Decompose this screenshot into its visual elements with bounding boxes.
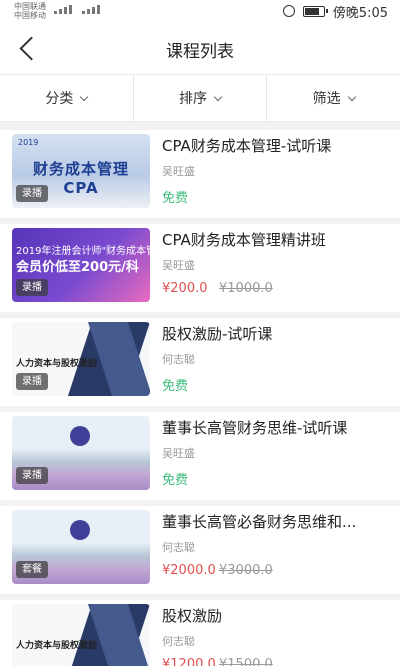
course-teacher: 吴旺盛 xyxy=(162,259,195,272)
page-title: 课程列表 xyxy=(166,42,234,62)
filter-sort[interactable]: 排序 xyxy=(134,75,268,121)
thumbnail-caption: 2019 xyxy=(18,138,39,147)
course-teacher: 何志聪 xyxy=(162,635,195,648)
course-badge: 录播 xyxy=(16,373,48,390)
course-badge: 套餐 xyxy=(16,561,48,578)
course-price: ¥200.0 xyxy=(162,281,208,296)
course-teacher: 何志聪 xyxy=(162,541,195,554)
course-title: CPA财务成本管理精讲班 xyxy=(162,231,326,249)
filter-label: 排序 xyxy=(179,91,207,107)
filter-label: 分类 xyxy=(45,91,74,107)
emblem-icon xyxy=(70,520,90,540)
course-price: 免费 xyxy=(162,473,189,488)
signal-icon xyxy=(82,4,104,14)
course-item[interactable]: 人力资本与股权激励 录播 股权激励-试听课 何志聪 免费 xyxy=(0,318,400,406)
course-thumbnail: 人力资本与股权激励 录播 xyxy=(12,322,150,396)
chevron-down-icon xyxy=(347,92,356,101)
course-price: ¥2000.0 xyxy=(162,563,216,578)
course-thumbnail: 人力资本与股权激励 xyxy=(12,604,150,666)
course-title: 董事长高管财务思维-试听课 xyxy=(162,419,348,437)
carrier-1: 中国联通 xyxy=(14,2,46,11)
course-title: 股权激励-试听课 xyxy=(162,325,273,343)
course-title: 股权激励 xyxy=(162,607,223,625)
course-price: 免费 xyxy=(162,379,189,394)
course-teacher: 吴旺盛 xyxy=(162,447,195,460)
battery-icon xyxy=(302,5,328,17)
course-list: 财务成本管理 CPA 2019 录播 CPA财务成本管理-试听课 吴旺盛 免费 … xyxy=(0,130,400,666)
course-thumbnail: 套餐 xyxy=(12,510,150,584)
course-price: 免费 xyxy=(162,191,189,206)
course-item[interactable]: 录播 董事长高管财务思维-试听课 吴旺盛 免费 xyxy=(0,412,400,500)
chevron-down-icon xyxy=(80,92,89,101)
filter-label: 筛选 xyxy=(312,91,341,107)
course-teacher: 何志聪 xyxy=(162,353,195,366)
carrier-2: 中国移动 xyxy=(14,11,46,20)
course-badge: 录播 xyxy=(16,467,48,484)
thumbnail-caption: 人力资本与股权激励 xyxy=(16,359,98,369)
course-title: 董事长高管必备财务思维和... xyxy=(162,513,357,531)
filter-category[interactable]: 分类 xyxy=(0,75,134,121)
course-badge: 录播 xyxy=(16,279,48,296)
course-original-price: ¥1500.0 xyxy=(219,657,273,666)
filter-screen[interactable]: 筛选 xyxy=(267,75,400,121)
thumbnail-caption: 会员价低至200元/科 xyxy=(16,260,139,275)
filter-bar: 分类 排序 筛选 xyxy=(0,74,400,122)
course-teacher: 吴旺盛 xyxy=(162,165,195,178)
course-thumbnail: 录播 xyxy=(12,416,150,490)
emblem-icon xyxy=(70,426,90,446)
course-badge: 录播 xyxy=(16,185,48,202)
course-item[interactable]: 财务成本管理 CPA 2019 录播 CPA财务成本管理-试听课 吴旺盛 免费 xyxy=(0,130,400,218)
course-item[interactable]: 人力资本与股权激励 股权激励 何志聪 ¥1200.0 ¥1500.0 xyxy=(0,600,400,666)
course-original-price: ¥1000.0 xyxy=(219,281,273,296)
status-time: 傍晚5:05 xyxy=(332,5,388,21)
chevron-down-icon xyxy=(213,92,223,101)
thumbnail-caption: 2019年注册会计师"财务成本管理" xyxy=(16,246,150,257)
course-thumbnail: 财务成本管理 CPA 2019 录播 xyxy=(12,134,150,208)
course-price: ¥1200.0 xyxy=(162,657,216,666)
course-title: CPA财务成本管理-试听课 xyxy=(162,137,332,155)
course-item[interactable]: 套餐 董事长高管必备财务思维和... 何志聪 ¥2000.0 ¥3000.0 xyxy=(0,506,400,594)
signal-icon xyxy=(54,4,76,14)
course-original-price: ¥3000.0 xyxy=(219,563,273,578)
header: 课程列表 xyxy=(0,22,400,74)
alarm-icon xyxy=(282,5,295,17)
course-thumbnail: 2019年注册会计师"财务成本管理" 会员价低至200元/科 录播 xyxy=(12,228,150,302)
thumbnail-caption: 人力资本与股权激励 xyxy=(16,641,98,651)
status-bar: 中国联通 中国移动 傍晚5:05 xyxy=(0,0,400,22)
course-item[interactable]: 2019年注册会计师"财务成本管理" 会员价低至200元/科 录播 CPA财务成… xyxy=(0,224,400,312)
